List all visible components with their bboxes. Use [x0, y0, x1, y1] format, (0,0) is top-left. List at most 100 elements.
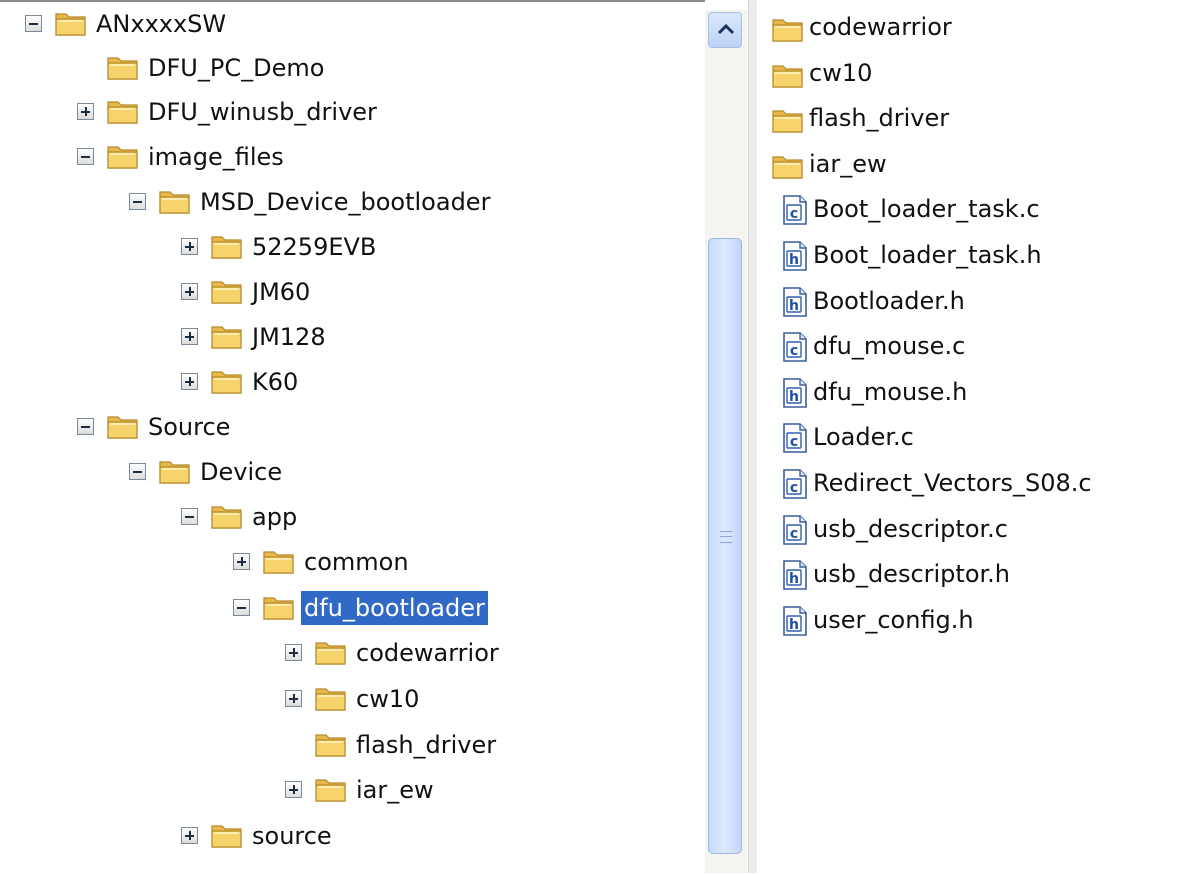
folder-icon [314, 683, 348, 713]
tree-node[interactable]: dfu_bootloader [0, 588, 700, 628]
tree-node-label[interactable]: cw10 [353, 682, 422, 716]
expand-toggle-icon[interactable] [181, 283, 198, 300]
expand-toggle-icon[interactable] [181, 238, 198, 255]
tree-node-label[interactable]: Device [197, 455, 285, 489]
file-list-item[interactable]: c Loader.c [757, 418, 1181, 460]
c-file-icon: c [781, 331, 809, 363]
collapse-toggle-icon[interactable] [181, 508, 198, 525]
h-file-icon: h [781, 377, 809, 409]
c-file-icon: c [781, 422, 809, 454]
tree-node[interactable]: Source [0, 407, 700, 447]
tree-node-label[interactable]: MSD_Device_bootloader [197, 185, 493, 219]
file-list-item[interactable]: c dfu_mouse.c [757, 327, 1181, 369]
collapse-toggle-icon[interactable] [77, 418, 94, 435]
tree-node[interactable]: app [0, 497, 700, 537]
tree-node-label[interactable]: iar_ew [353, 773, 437, 807]
expand-toggle-icon[interactable] [285, 690, 302, 707]
tree-node-label[interactable]: DFU_PC_Demo [145, 51, 327, 85]
file-list-item[interactable]: h dfu_mouse.h [757, 373, 1181, 415]
tree-node[interactable]: iar_ew [0, 770, 700, 810]
svg-text:c: c [790, 434, 798, 450]
expand-toggle-icon[interactable] [181, 827, 198, 844]
tree-node[interactable]: ANxxxxSW [0, 4, 700, 44]
file-name: usb_descriptor.h [813, 560, 1011, 589]
tree-vertical-scrollbar[interactable] [705, 10, 747, 873]
folder-icon [771, 14, 807, 42]
file-list-item[interactable]: iar_ew [757, 145, 1181, 187]
expand-toggle-icon[interactable] [233, 553, 250, 570]
expand-toggle-icon[interactable] [77, 103, 94, 120]
tree-node-label[interactable]: K60 [249, 365, 301, 399]
file-list-item[interactable]: h Bootloader.h [757, 282, 1181, 324]
expand-toggle-icon[interactable] [285, 644, 302, 661]
collapse-toggle-icon[interactable] [129, 463, 146, 480]
tree-node-label[interactable]: source [249, 819, 335, 853]
tree-node[interactable]: common [0, 542, 700, 582]
file-list-item[interactable]: c usb_descriptor.c [757, 510, 1181, 552]
file-name: user_config.h [813, 605, 974, 634]
tree-node-label[interactable]: common [301, 545, 412, 579]
folder-icon [314, 637, 348, 667]
tree-node[interactable]: MSD_Device_bootloader [0, 182, 700, 222]
tree-node[interactable]: source [0, 816, 700, 856]
expand-toggle-icon[interactable] [285, 781, 302, 798]
expand-toggle-icon[interactable] [181, 328, 198, 345]
tree-node[interactable]: DFU_PC_Demo [0, 48, 700, 88]
tree-node-label[interactable]: Source [145, 410, 233, 444]
folder-icon [210, 321, 244, 351]
file-name: Boot_loader_task.h [813, 241, 1042, 269]
tree-node[interactable]: flash_driver [0, 725, 700, 765]
folder-icon [158, 186, 192, 216]
collapse-toggle-icon[interactable] [25, 15, 42, 32]
tree-node-label[interactable]: DFU_winusb_driver [145, 95, 380, 129]
pane-splitter[interactable] [748, 0, 757, 873]
tree-node-label[interactable]: app [249, 500, 300, 534]
tree-node-label[interactable]: flash_driver [353, 728, 499, 762]
file-list-item[interactable]: flash_driver [757, 99, 1181, 141]
tree-node[interactable]: Device [0, 452, 700, 492]
c-file-icon: c [781, 514, 809, 546]
tree-node[interactable]: codewarrior [0, 633, 700, 673]
file-name: flash_driver [809, 104, 950, 133]
tree-node[interactable]: K60 [0, 362, 700, 402]
tree-node[interactable]: image_files [0, 137, 700, 177]
scroll-thumb[interactable] [708, 238, 742, 854]
file-list-item[interactable]: cw10 [757, 54, 1181, 96]
collapse-toggle-icon[interactable] [77, 148, 94, 165]
file-list-item[interactable]: codewarrior [757, 8, 1181, 50]
collapse-toggle-icon[interactable] [129, 193, 146, 210]
tree-node-label[interactable]: codewarrior [353, 636, 502, 670]
tree-node-label[interactable]: 52259EVB [249, 230, 379, 264]
svg-text:c: c [790, 480, 798, 496]
tree-node-label[interactable]: JM128 [249, 320, 329, 354]
folder-icon [771, 60, 807, 88]
file-list-pane[interactable]: codewarrior cw10 flash_driver iar_ew c B… [757, 0, 1181, 873]
folder-icon [771, 105, 807, 133]
svg-text:h: h [789, 252, 799, 268]
file-name: dfu_mouse.c [813, 332, 966, 361]
tree-node-label[interactable]: JM60 [249, 275, 313, 309]
svg-text:c: c [790, 206, 798, 222]
tree-node-label[interactable]: image_files [145, 140, 287, 174]
tree-node-label[interactable]: ANxxxxSW [93, 7, 229, 41]
scroll-up-button[interactable] [708, 12, 742, 48]
tree-node[interactable]: 52259EVB [0, 227, 700, 267]
collapse-toggle-icon[interactable] [233, 599, 250, 616]
h-file-icon: h [781, 605, 809, 637]
file-name: iar_ew [809, 149, 887, 178]
file-list-item[interactable]: h usb_descriptor.h [757, 555, 1181, 597]
file-list-item[interactable]: c Boot_loader_task.c [757, 190, 1181, 232]
folder-icon [106, 96, 140, 126]
tree-node[interactable]: cw10 [0, 679, 700, 719]
file-list-item[interactable]: h user_config.h [757, 601, 1181, 643]
tree-node-label-selected[interactable]: dfu_bootloader [301, 591, 488, 625]
folder-icon [106, 411, 140, 441]
folder-tree-pane[interactable]: ANxxxxSW DFU_PC_Demo DFU_winusb_driver i… [0, 0, 705, 875]
tree-node[interactable]: JM128 [0, 317, 700, 357]
file-list-item[interactable]: h Boot_loader_task.h [757, 236, 1181, 278]
tree-node[interactable]: DFU_winusb_driver [0, 92, 700, 132]
expand-toggle-icon[interactable] [181, 373, 198, 390]
tree-node[interactable]: JM60 [0, 272, 700, 312]
file-list-item[interactable]: c Redirect_Vectors_S08.c [757, 464, 1181, 506]
svg-text:h: h [789, 617, 799, 633]
